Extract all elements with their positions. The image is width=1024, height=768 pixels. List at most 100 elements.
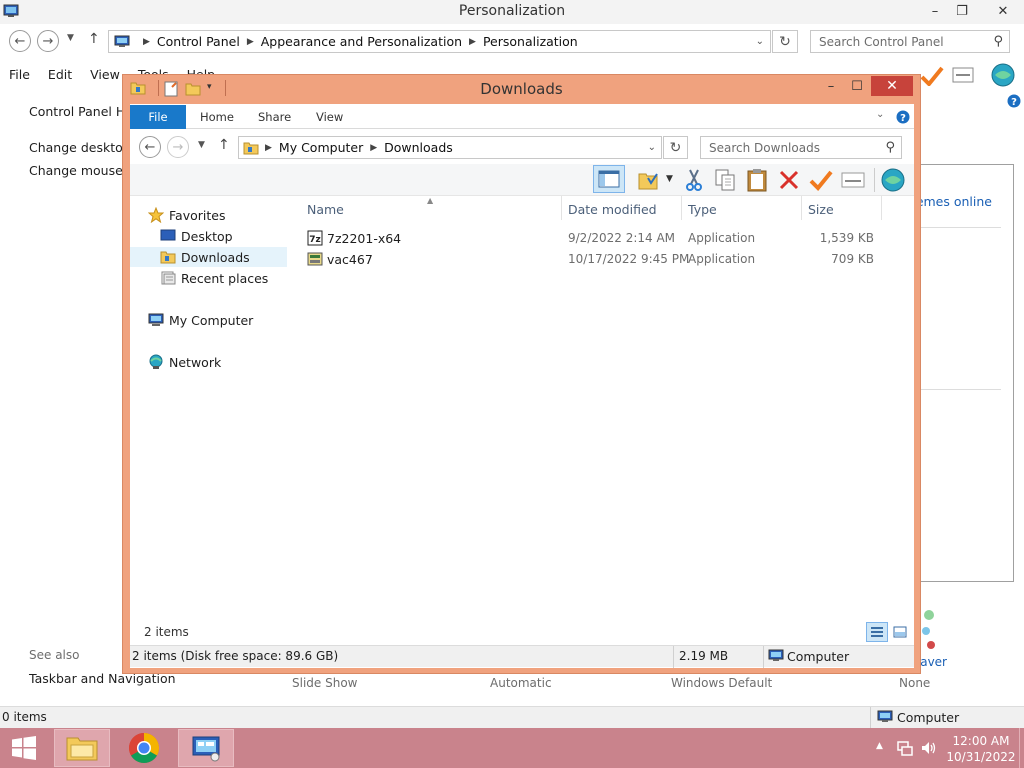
sort-up-icon: ▲ <box>427 196 434 205</box>
link-screen-saver[interactable]: Screen Saver <box>921 655 947 669</box>
explorer-close-button[interactable]: ✕ <box>871 76 913 96</box>
control-panel-addressbar: ← → ▼ ↑ ▶ Control Panel ▶ Appearance and… <box>0 26 1024 58</box>
tab-file[interactable]: File <box>130 105 186 129</box>
computer-icon <box>768 649 784 663</box>
control-panel-search-input[interactable]: Search Control Panel ⚲ <box>810 30 1010 53</box>
column-size[interactable]: Size <box>808 202 834 217</box>
up-button[interactable]: ↑ <box>88 31 100 47</box>
address-box[interactable]: ▶ Control Panel ▶ Appearance and Persona… <box>108 30 771 53</box>
application-installer-icon <box>307 251 323 267</box>
expand-ribbon-icon[interactable]: ⌄ <box>876 109 884 120</box>
column-name[interactable]: Name <box>307 202 344 217</box>
delete-icon[interactable] <box>776 167 802 193</box>
help-icon[interactable]: ? <box>1007 94 1021 108</box>
file-list: ▲ Name Date modified Type Size 7z 7z2201… <box>297 196 914 610</box>
menu-file[interactable]: File <box>0 64 39 86</box>
tab-view[interactable]: View <box>316 105 343 129</box>
select-folder-icon[interactable] <box>635 167 661 193</box>
table-row[interactable]: vac467 10/17/2022 9:45 PM Application 70… <box>297 249 887 269</box>
chevron-down-icon[interactable]: ⌄ <box>756 36 764 47</box>
menu-edit[interactable]: Edit <box>39 64 81 86</box>
explorer-search-input[interactable]: Search Downloads ⚲ <box>700 136 902 159</box>
explorer-maximize-button[interactable]: ☐ <box>842 76 872 96</box>
details-view-icon[interactable] <box>866 622 888 642</box>
show-hidden-icons-button[interactable]: ▲ <box>876 741 883 751</box>
check-icon[interactable] <box>808 167 834 193</box>
link-get-more-themes-online[interactable]: Get more themes online <box>921 194 992 209</box>
nav-desktop[interactable]: Desktop <box>160 226 233 246</box>
desktop-background-setting[interactable]: Slide Show <box>292 676 357 690</box>
nav-favorites[interactable]: Favorites <box>148 205 225 225</box>
breadcrumb-appearance[interactable]: Appearance and Personalization <box>261 34 462 49</box>
control-panel-title: Personalization <box>458 3 566 19</box>
preview-pane-icon[interactable] <box>593 165 625 193</box>
network-icon <box>148 354 164 370</box>
file-size: 1,539 KB <box>819 231 874 245</box>
screen-saver-setting[interactable]: None <box>899 676 930 690</box>
minimize-button[interactable]: – <box>920 0 950 22</box>
explorer-address-box[interactable]: ▶ My Computer ▶ Downloads ⌄ <box>238 136 662 159</box>
table-row[interactable]: 7z 7z2201-x64 9/2/2022 2:14 AM Applicati… <box>297 228 887 248</box>
file-explorer-icon <box>65 734 99 762</box>
check-icon[interactable] <box>920 66 944 86</box>
start-button[interactable] <box>0 729 48 767</box>
explorer-toolbar: ▼ <box>130 164 914 196</box>
screen-saver-icon[interactable] <box>921 605 941 653</box>
recent-locations-dropdown[interactable]: ▼ <box>198 140 205 150</box>
explorer-refresh-button[interactable]: ↻ <box>663 136 688 159</box>
breadcrumb-downloads[interactable]: Downloads <box>384 140 453 155</box>
rename-icon[interactable] <box>840 167 866 193</box>
cut-icon[interactable] <box>681 167 707 193</box>
folder-icon <box>243 140 259 156</box>
taskbar-file-explorer[interactable] <box>54 729 110 767</box>
color-setting[interactable]: Automatic <box>490 676 552 690</box>
breadcrumb-personalization[interactable]: Personalization <box>483 34 578 49</box>
chevron-right-icon: ▶ <box>246 36 254 47</box>
downloads-folder-icon <box>160 249 176 265</box>
column-type[interactable]: Type <box>688 202 717 217</box>
explorer-forward-button[interactable]: → <box>167 136 189 158</box>
paste-icon[interactable] <box>744 167 770 193</box>
restore-button[interactable]: ❐ <box>947 0 977 22</box>
breadcrumb-my-computer[interactable]: My Computer <box>279 140 363 155</box>
volume-icon[interactable] <box>920 739 938 757</box>
back-button[interactable]: ← <box>9 30 31 52</box>
explorer-back-button[interactable]: ← <box>139 136 161 158</box>
explorer-up-button[interactable]: ↑ <box>218 137 230 153</box>
chevron-down-icon[interactable]: ▼ <box>666 174 673 184</box>
file-name: 7z2201-x64 <box>327 230 402 246</box>
nav-my-computer[interactable]: My Computer <box>148 310 253 330</box>
recent-locations-dropdown[interactable]: ▼ <box>67 33 74 43</box>
globe-icon[interactable] <box>990 62 1016 88</box>
globe-icon[interactable] <box>880 167 906 193</box>
column-date-modified[interactable]: Date modified <box>568 202 657 217</box>
refresh-button[interactable]: ↻ <box>772 30 798 53</box>
nav-downloads[interactable]: Downloads <box>160 247 250 267</box>
status-selection-size: 2.19 MB <box>679 649 729 663</box>
nav-network[interactable]: Network <box>148 352 221 372</box>
taskbar-chrome[interactable] <box>116 729 172 767</box>
large-icons-view-icon[interactable] <box>889 622 911 642</box>
properties-icon[interactable] <box>952 67 974 83</box>
svg-text:?: ? <box>1011 97 1017 108</box>
copy-icon[interactable] <box>712 167 738 193</box>
forward-button[interactable]: → <box>37 30 59 52</box>
close-button[interactable]: ✕ <box>985 0 1021 22</box>
control-panel-icon <box>114 35 130 49</box>
tab-share[interactable]: Share <box>258 105 291 129</box>
help-icon[interactable]: ? <box>896 110 910 124</box>
windows-logo-icon <box>11 736 37 760</box>
control-panel-icon <box>190 734 222 762</box>
network-tray-icon[interactable] <box>896 739 914 757</box>
chevron-down-icon[interactable]: ⌄ <box>648 142 656 153</box>
system-clock[interactable]: 12:00 AM 10/31/2022 <box>944 733 1018 765</box>
clock-date: 10/31/2022 <box>946 750 1016 764</box>
breadcrumb-control-panel[interactable]: Control Panel <box>157 34 240 49</box>
tab-home[interactable]: Home <box>200 105 234 129</box>
show-desktop-button[interactable] <box>1019 728 1024 768</box>
file-date: 10/17/2022 9:45 PM <box>568 252 690 266</box>
explorer-title: Downloads <box>480 80 563 98</box>
sounds-setting[interactable]: Windows Default <box>671 676 772 690</box>
taskbar-control-panel[interactable] <box>178 729 234 767</box>
nav-recent-places[interactable]: Recent places <box>160 268 268 288</box>
